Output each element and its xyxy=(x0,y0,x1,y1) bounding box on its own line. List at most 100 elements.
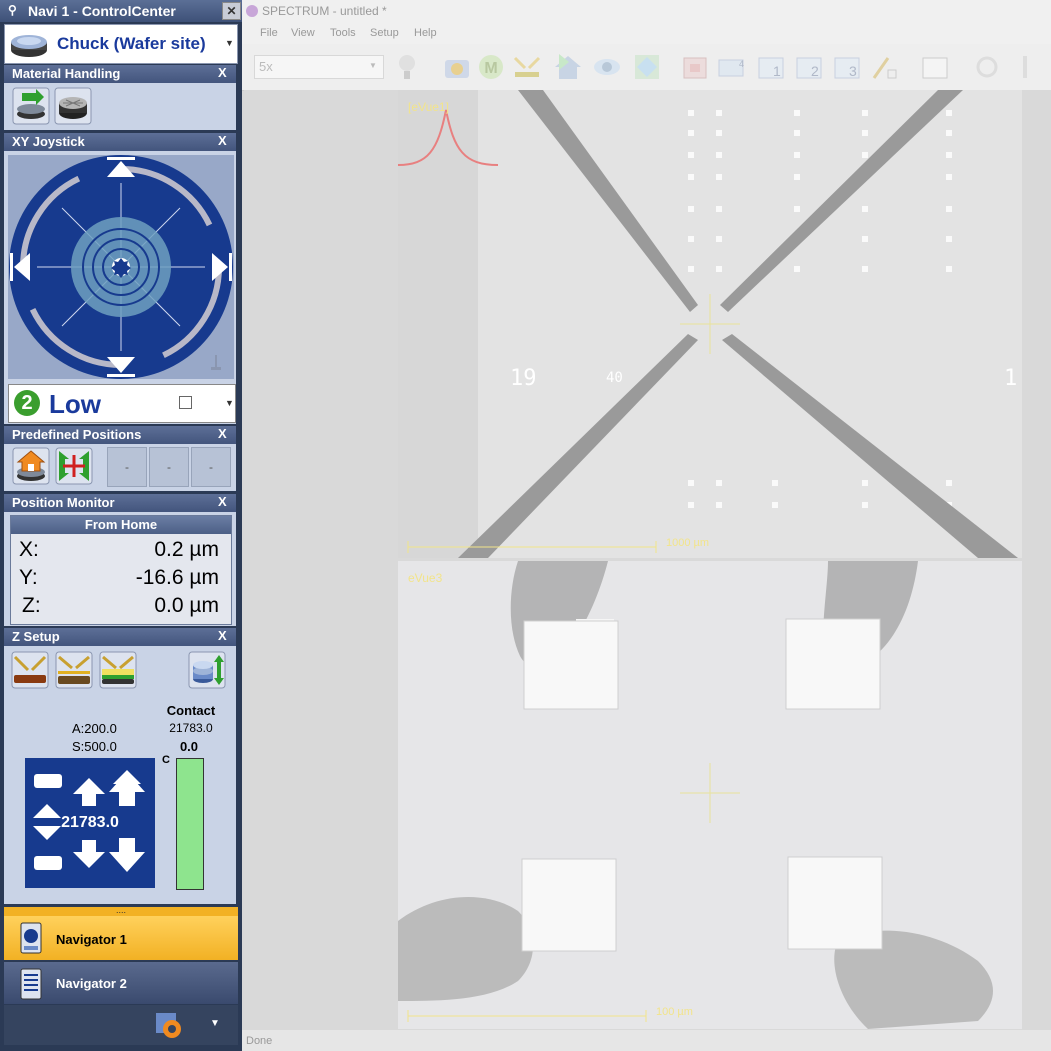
z-s-value: 500.0 xyxy=(84,739,117,754)
chevron-down-icon[interactable]: ▼ xyxy=(225,398,234,408)
z-overtravel-icon[interactable] xyxy=(99,651,137,689)
z-a-value: 200.0 xyxy=(84,721,117,736)
move-right-arrow-icon[interactable] xyxy=(210,251,232,283)
contact-bar-label: C xyxy=(162,754,170,766)
z-move-top-button xyxy=(34,774,62,788)
close-window-button[interactable]: ✕ xyxy=(222,2,241,20)
measure-m-icon[interactable]: M xyxy=(476,52,506,82)
wafer-chuck-icon[interactable] xyxy=(54,87,92,125)
preset-slot-1[interactable]: - xyxy=(107,447,147,487)
pin-icon[interactable]: ⚲ xyxy=(8,3,17,17)
spectrum-title: SPECTRUM - untitled * xyxy=(262,4,387,18)
position-reference-label[interactable]: From Home xyxy=(11,516,231,534)
navigator-1-button[interactable]: Navigator 1 xyxy=(4,916,238,960)
preset-slot-2[interactable]: - xyxy=(149,447,189,487)
view-eye-icon[interactable] xyxy=(592,52,622,82)
control-center: ⚲ Navi 1 - ControlCenter ✕ Chuck (Wafer … xyxy=(0,0,242,1051)
screen-1-icon[interactable]: 1 xyxy=(756,52,786,82)
chevron-down-icon[interactable]: ▼ xyxy=(210,1018,220,1029)
home-position-icon[interactable] xyxy=(12,447,50,485)
svg-text:M: M xyxy=(484,60,497,77)
pin-icon[interactable] xyxy=(1010,52,1040,82)
contact-bar-track xyxy=(176,758,204,890)
xy-joystick-title: XY Joystick xyxy=(12,134,85,149)
svg-text:4: 4 xyxy=(739,59,744,69)
z-offset-value: 0.0 xyxy=(179,739,199,754)
move-down-arrow-icon[interactable] xyxy=(105,355,137,377)
evue3-video[interactable]: eVue3 100 µm xyxy=(398,561,1022,1029)
predefined-positions-title: Predefined Positions xyxy=(12,427,142,442)
material-handling-header: Material Handling X xyxy=(4,65,236,83)
z-s-row: S:500.0 xyxy=(72,739,117,754)
menu-setup[interactable]: Setup xyxy=(370,27,399,39)
speed-selector[interactable]: 2 Low ▼ xyxy=(8,384,236,423)
probe-tool-icon[interactable] xyxy=(870,52,900,82)
z-up-arrow-icon xyxy=(73,778,105,806)
center-position-icon[interactable] xyxy=(55,447,93,485)
probe-contact-icon[interactable] xyxy=(512,52,542,82)
svg-text:1: 1 xyxy=(773,63,781,79)
move-home-icon[interactable] xyxy=(553,52,583,82)
screen-4-icon[interactable]: 4 xyxy=(716,52,746,82)
screen-2-icon[interactable]: 2 xyxy=(794,52,824,82)
control-center-titlebar[interactable]: ⚲ Navi 1 - ControlCenter ✕ xyxy=(0,0,242,22)
position-value: -16.6 µm xyxy=(135,566,219,589)
wafer-map-icon[interactable] xyxy=(680,52,710,82)
z-contact-height-icon[interactable] xyxy=(11,651,49,689)
screen-3-icon[interactable]: 3 xyxy=(832,52,862,82)
zoom-selector[interactable]: 5x ▼ xyxy=(254,55,384,79)
light-bulb-icon[interactable] xyxy=(394,52,424,82)
menu-tools[interactable]: Tools xyxy=(330,27,356,39)
position-monitor-header: Position Monitor X xyxy=(4,494,236,512)
predefined-positions-close-button[interactable]: X xyxy=(218,426,227,441)
position-row-x: X: 0.2 µm xyxy=(19,538,219,564)
z-profile-icon[interactable] xyxy=(188,651,226,689)
chuck-selector[interactable]: Chuck (Wafer site) ▼ xyxy=(4,24,238,64)
evue3-label: eVue3 xyxy=(408,571,443,585)
joystick-dial[interactable] xyxy=(8,155,234,379)
speed-level-badge: 2 xyxy=(14,390,40,416)
navigator-splitter[interactable]: .... xyxy=(4,906,238,916)
position-readout: From Home X: 0.2 µm Y: -16.6 µm Z: 0.0 µ… xyxy=(10,515,232,625)
menu-view[interactable]: View xyxy=(291,27,315,39)
z-setup-close-button[interactable]: X xyxy=(218,628,227,643)
material-handling-close-button[interactable]: X xyxy=(218,65,227,80)
layout-icon[interactable] xyxy=(920,52,950,82)
refresh-icon[interactable] xyxy=(972,52,1002,82)
speed-checkbox[interactable] xyxy=(179,396,192,409)
navigator-2-button[interactable]: Navigator 2 xyxy=(4,962,238,1004)
align-arrows-icon[interactable] xyxy=(632,52,662,82)
camera-settings-icon[interactable] xyxy=(442,52,472,82)
z-move-pad[interactable]: 21783.0 xyxy=(25,758,155,888)
preset-slot-3[interactable]: - xyxy=(191,447,231,487)
z-separation-height-icon[interactable] xyxy=(55,651,93,689)
z-setup-title: Z Setup xyxy=(12,629,60,644)
xy-joystick[interactable] xyxy=(8,155,234,379)
menu-help[interactable]: Help xyxy=(414,27,437,39)
chevron-down-icon: ▼ xyxy=(369,61,377,70)
load-wafer-icon[interactable] xyxy=(12,87,50,125)
joystick-mode-icon[interactable] xyxy=(208,353,224,373)
material-handling-title: Material Handling xyxy=(12,66,121,81)
evue1-video[interactable]: [eVue1] 19 40 1 1000 µm xyxy=(398,90,1022,558)
position-monitor-close-button[interactable]: X xyxy=(218,494,227,509)
z-s-label: S: xyxy=(72,739,85,754)
position-row-z: Z: 0.0 µm xyxy=(19,594,219,620)
die-label-19: 19 xyxy=(510,366,537,391)
svg-text:3: 3 xyxy=(849,63,857,79)
spectrum-titlebar[interactable]: SPECTRUM - untitled * xyxy=(242,0,1051,22)
status-text: Done xyxy=(246,1035,273,1047)
settings-gear-icon[interactable] xyxy=(154,1011,184,1041)
position-axis-label: Y: xyxy=(19,566,38,589)
menu-file[interactable]: File xyxy=(260,27,278,39)
move-left-arrow-icon[interactable] xyxy=(10,251,32,283)
position-value: 0.2 µm xyxy=(154,538,219,561)
control-center-title: Navi 1 - ControlCenter xyxy=(28,3,176,19)
xy-joystick-close-button[interactable]: X xyxy=(218,133,227,148)
speed-label: Low xyxy=(49,389,101,419)
move-up-arrow-icon[interactable] xyxy=(105,157,137,179)
chevron-down-icon[interactable]: ▼ xyxy=(225,38,234,48)
navigator-footer: ▼ xyxy=(4,1005,238,1045)
zoom-value: 5x xyxy=(259,59,273,74)
z-a-label: A: xyxy=(72,721,85,736)
